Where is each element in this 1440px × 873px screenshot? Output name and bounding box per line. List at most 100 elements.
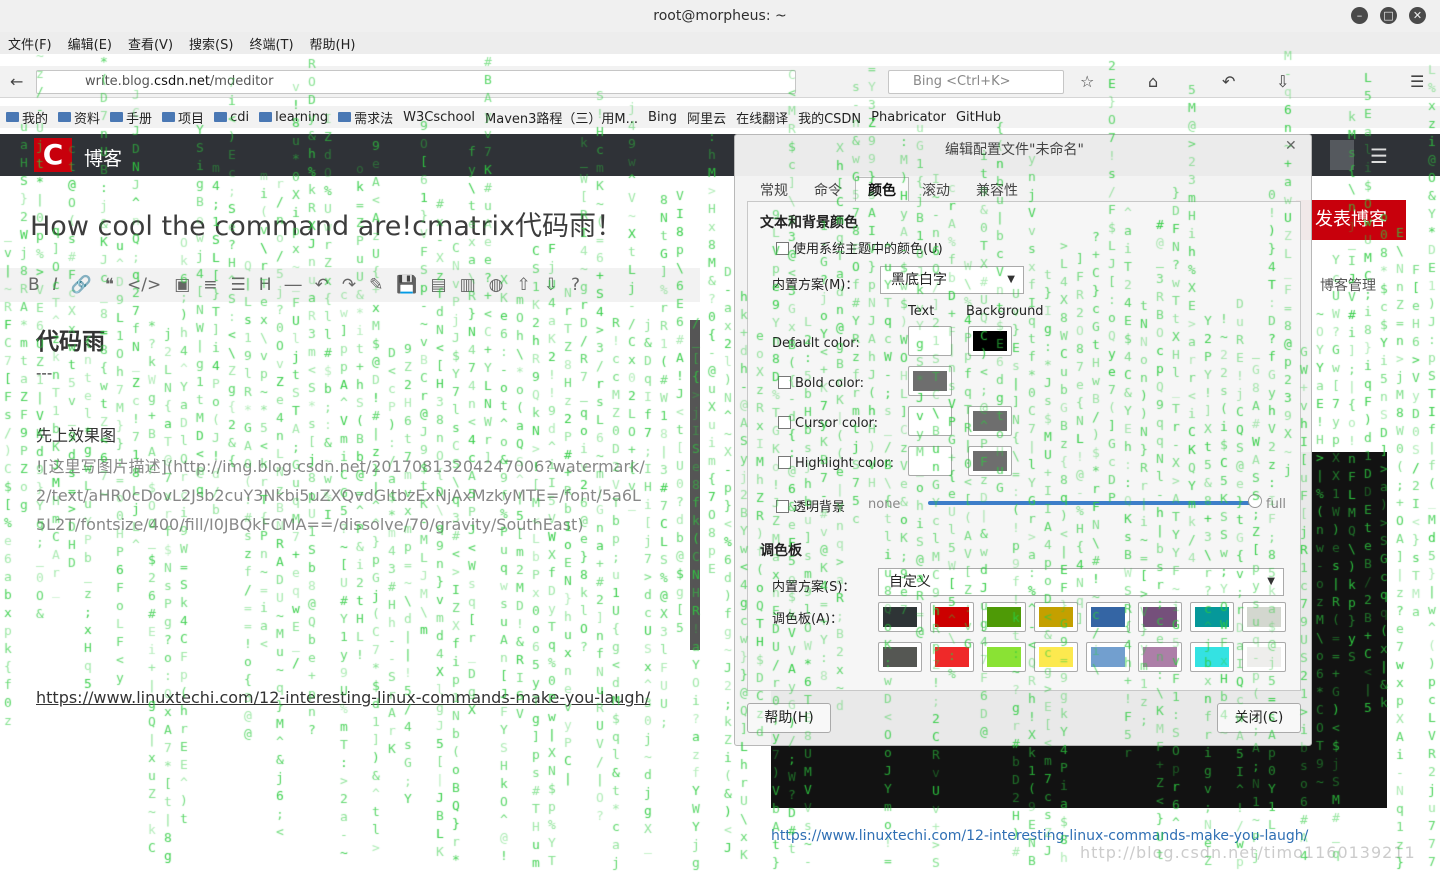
palette-color-button[interactable]: [1034, 602, 1078, 632]
bookmark-link[interactable]: 在线翻译: [736, 108, 788, 127]
help-button[interactable]: 帮助(H): [747, 703, 831, 733]
download-icon[interactable]: ⇩: [1276, 72, 1289, 91]
publish-icon[interactable]: ▥: [460, 275, 476, 295]
menu-file[interactable]: 文件(F): [8, 34, 52, 53]
palette-color-button[interactable]: [1086, 642, 1130, 672]
bullet-list-icon[interactable]: ☰: [231, 275, 246, 295]
palette-color-button[interactable]: [1190, 642, 1234, 672]
checkbox-icon[interactable]: [778, 376, 791, 389]
undo-icon[interactable]: ↶: [315, 275, 329, 295]
menu-terminal[interactable]: 终端(T): [249, 34, 293, 53]
palette-color-button[interactable]: [1034, 642, 1078, 672]
search-input[interactable]: Bing <Ctrl+K>: [888, 70, 1064, 94]
transparency-slider-handle[interactable]: [1248, 494, 1262, 508]
highlight-fg-color-button[interactable]: [908, 446, 952, 476]
bookmark-link[interactable]: Phabricator: [871, 110, 946, 125]
palette-color-button[interactable]: [1190, 602, 1234, 632]
bookmark-link[interactable]: 阿里云: [687, 108, 726, 127]
bookmark-folder[interactable]: learning: [259, 110, 328, 125]
palette-color-button[interactable]: [982, 642, 1026, 672]
transparent-bg-checkbox[interactable]: 透明背景: [776, 496, 845, 515]
menu-view[interactable]: 查看(V): [128, 34, 173, 53]
markdown-link[interactable]: https://www.linuxtechi.com/12-interestin…: [36, 688, 650, 707]
default-bg-color-button[interactable]: [968, 326, 1012, 356]
bold-color-checkbox[interactable]: Bold color:: [778, 376, 864, 391]
checkbox-icon[interactable]: [778, 416, 791, 429]
hr-icon[interactable]: ―: [285, 275, 302, 295]
highlight-bg-color-button[interactable]: [968, 446, 1012, 476]
menu-help[interactable]: 帮助(H): [310, 34, 356, 53]
cursor-fg-color-button[interactable]: [908, 406, 952, 436]
cursor-color-checkbox[interactable]: Cursor color:: [778, 416, 878, 431]
star-icon[interactable]: ☆: [1080, 72, 1094, 91]
menu-icon[interactable]: ☰: [1410, 72, 1424, 91]
palette-color-button[interactable]: [930, 602, 974, 632]
transparency-slider[interactable]: [928, 501, 1258, 505]
preview-icon[interactable]: ▤: [431, 275, 447, 295]
preview-link[interactable]: https://www.linuxtechi.com/12-interestin…: [771, 828, 1308, 844]
bookmark-folder[interactable]: 需求法: [338, 108, 393, 127]
tab-compatibility[interactable]: 兼容性: [963, 177, 1031, 203]
checkbox-icon[interactable]: [778, 456, 791, 469]
palette-color-button[interactable]: [1242, 602, 1286, 632]
default-text-color-button[interactable]: [908, 326, 952, 356]
use-system-theme-checkbox[interactable]: 使用系统主题中的颜色(U): [776, 238, 943, 257]
bookmark-folder[interactable]: 项目: [162, 108, 204, 127]
tab-colors[interactable]: 颜色: [855, 177, 909, 203]
ordered-list-icon[interactable]: ≡: [203, 275, 217, 295]
dialog-close-icon[interactable]: ✕: [1285, 138, 1297, 154]
undo-icon[interactable]: ↶: [1222, 72, 1235, 91]
cursor-bg-color-button[interactable]: [968, 406, 1012, 436]
export-icon[interactable]: ⇩: [544, 275, 558, 295]
palette-color-button[interactable]: [982, 602, 1026, 632]
bookmark-link[interactable]: GitHub: [956, 110, 1001, 125]
save-icon[interactable]: 💾: [396, 275, 417, 295]
bookmark-folder[interactable]: 资料: [58, 108, 100, 127]
bookmark-link[interactable]: W3Cschool: [403, 110, 475, 125]
palette-color-button[interactable]: [1242, 642, 1286, 672]
tab-general[interactable]: 常规: [747, 177, 801, 203]
palette-color-button[interactable]: [930, 642, 974, 672]
highlight-color-checkbox[interactable]: Highlight color:: [778, 456, 894, 471]
redo-icon[interactable]: ↷: [342, 275, 356, 295]
tab-command[interactable]: 命令: [801, 177, 855, 203]
bookmark-folder[interactable]: 手册: [110, 108, 152, 127]
code-icon[interactable]: </>: [127, 275, 161, 295]
palette-color-button[interactable]: [1086, 602, 1130, 632]
back-icon[interactable]: ←: [10, 72, 23, 91]
palette-color-button[interactable]: [1138, 642, 1182, 672]
bookmark-link[interactable]: Maven3路程（三）用M...: [485, 108, 638, 127]
palette-color-button[interactable]: [878, 602, 922, 632]
checkbox-icon[interactable]: [776, 242, 789, 255]
tab-scrolling[interactable]: 滚动: [909, 177, 963, 203]
maximize-icon[interactable]: □: [1380, 7, 1397, 24]
link-icon[interactable]: 🔗: [71, 275, 92, 295]
heading-icon[interactable]: H: [259, 275, 272, 295]
close-icon[interactable]: ✕: [1409, 7, 1426, 24]
quote-icon[interactable]: ❝: [105, 275, 114, 295]
close-button[interactable]: 关闭(C): [1217, 703, 1301, 733]
menu-search[interactable]: 搜索(S): [189, 34, 233, 53]
globe-icon[interactable]: ◍: [489, 275, 504, 295]
minimize-icon[interactable]: –: [1351, 7, 1368, 24]
import-icon[interactable]: ⇧: [516, 275, 530, 295]
palette-scheme-select[interactable]: 自定义 ▼: [878, 568, 1284, 596]
checkbox-icon[interactable]: [776, 500, 789, 513]
article-title[interactable]: How cool the command are!cmatrix代码雨！: [30, 204, 623, 243]
publish-button[interactable]: 发表博客: [1296, 200, 1406, 240]
bookmark-folder[interactable]: 我的: [6, 108, 48, 127]
hamburger-icon[interactable]: ☰: [1370, 144, 1388, 168]
image-icon[interactable]: ▣: [174, 275, 190, 295]
bookmark-folder[interactable]: cdi: [214, 110, 249, 125]
menu-edit[interactable]: 编辑(E): [68, 34, 112, 53]
edit-icon[interactable]: ✎: [369, 275, 383, 295]
bookmark-link[interactable]: 我的CSDN: [798, 108, 861, 127]
bold-icon[interactable]: B: [28, 275, 40, 295]
blog-manage-link[interactable]: 博客管理: [1320, 275, 1376, 295]
italic-icon[interactable]: I: [53, 275, 58, 295]
palette-color-button[interactable]: [1138, 602, 1182, 632]
editor-scrollbar[interactable]: [690, 320, 700, 650]
bookmark-link[interactable]: Bing: [648, 110, 677, 125]
avatar[interactable]: [1330, 140, 1354, 170]
bold-color-button[interactable]: [908, 366, 952, 396]
